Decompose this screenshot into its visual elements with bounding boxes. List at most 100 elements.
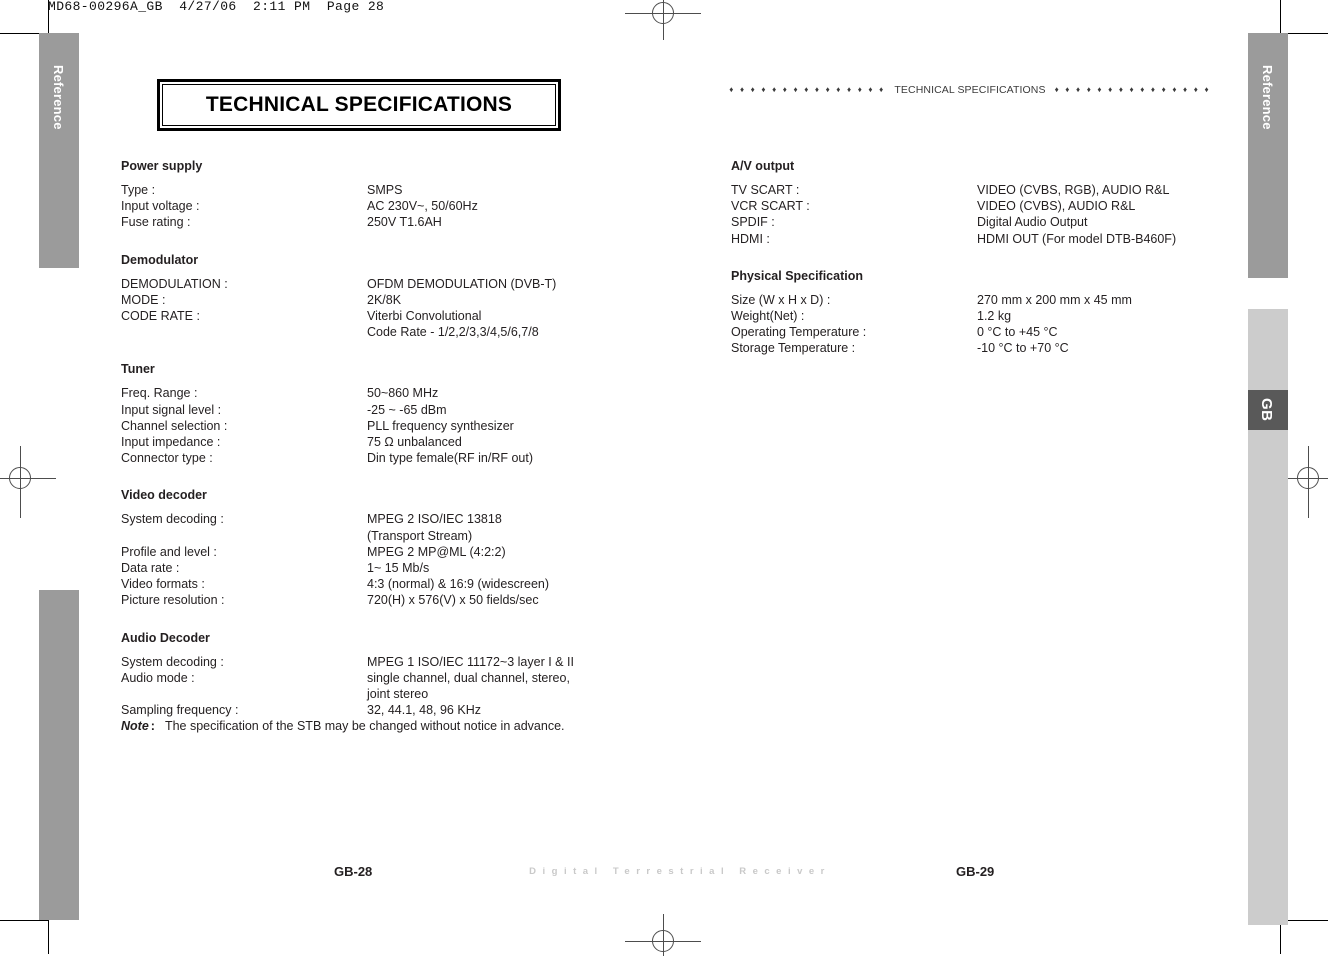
sidebar-right-reference-label: Reference [1260,65,1275,130]
spec-label: VCR SCART : [731,199,810,214]
spec-row: TV SCART : VIDEO (CVBS, RGB), AUDIO R&L [731,182,1201,198]
crop-mark-bottom-right-vertical [1280,920,1281,954]
spec-value: 50~860 MHz [367,385,438,401]
spec-value-line: HDMI OUT (For model DTB-B460F) [977,231,1177,246]
spec-group: Video decoder System decoding : MPEG 2 ISO… [121,487,591,608]
spec-group-title: Video decoder [121,488,207,503]
crop-mark-top-right-vertical [1280,0,1281,34]
spec-value: AC 230V~, 50/60Hz [367,198,478,214]
spec-value-line: PLL frequency synthesizer [367,418,514,433]
spec-value-line: 2K/8K [367,292,402,307]
spec-value-line: VIDEO (CVBS, RGB), AUDIO R&L [977,183,1170,197]
spec-value-line: -10 °C to +70 °C [977,341,1069,356]
spec-label: Size (W x H x D) : [731,292,831,307]
spec-row: System decoding : MPEG 2 ISO/IEC 13818 (Tr… [121,511,591,543]
spec-label: Input signal level : [121,402,222,417]
spec-value-line: 75 Ω unbalanced [367,435,462,450]
note-text: The specification of the STB may be chan… [164,719,565,733]
spec-group-title: Physical Specification [731,268,863,283]
spec-label: DEMODULATION : [121,276,228,291]
sidebar-right-language-tab-gb[interactable]: GB [1248,390,1288,430]
spec-value: 4:3 (normal) & 16:9 (widescreen) [367,576,549,592]
spec-column-left: Power supply Type : SMPS Input voltage : AC … [121,158,591,718]
spec-row: HDMI : HDMI OUT (For model DTB-B460F) [731,231,1201,247]
spec-group-title: Tuner [121,362,155,377]
spec-value: PLL frequency synthesizer [367,418,514,434]
crop-mark-bottom-left-vertical [48,920,49,954]
spec-value-line: Din type female(RF in/RF out) [367,451,534,466]
sidebar-left-reference-label: Reference [51,65,66,130]
spec-value: MPEG 2 MP@ML (4:2:2) [367,544,506,560]
spec-value: VIDEO (CVBS, RGB), AUDIO R&L [977,182,1169,198]
spec-value: MPEG 2 ISO/IEC 13818 (Transport Stream) [367,511,502,543]
spec-value-line: SMPS [367,183,403,197]
spec-label: Data rate : [121,561,180,576]
spec-value: 720(H) x 576(V) x 50 fields/sec [367,592,539,608]
spec-label: Input voltage : [121,199,200,214]
spec-label: Audio mode : [121,670,195,685]
spec-value: Viterbi Convolutional Code Rate - 1/2,2/3… [367,308,539,340]
spec-value-line: Digital Audio Output [977,215,1088,230]
sidebar-left-reference-band-bottom [39,590,79,920]
spec-column-right: A/V output TV SCART : VIDEO (CVBS, RGB), A… [731,158,1201,357]
spec-value-line: 32, 44.1, 48, 96 KHz [367,703,481,718]
spec-row: Storage Temperature : -10 °C to +70 °C [731,340,1201,356]
spec-group: Power supply Type : SMPS Input voltage : AC … [121,158,591,231]
spec-value: 1~ 15 Mb/s [367,560,429,576]
spec-value-continuation: joint stereo [367,687,429,702]
note-label: Note [121,719,149,733]
spec-row: Input impedance : 75 Ω unbalanced [121,434,591,450]
spec-row: Profile and level : MPEG 2 MP@ML (4:2:2) [121,544,591,560]
spec-row: System decoding : MPEG 1 ISO/IEC 11172~3 … [121,654,591,670]
spec-value-line: 250V T1.6AH [367,215,442,230]
spec-value-line: VIDEO (CVBS), AUDIO R&L [977,199,1136,214]
spec-row: DEMODULATION : OFDM DEMODULATION (DVB-T) [121,276,591,292]
spec-label: Picture resolution : [121,593,225,608]
sidebar-right-language-tab-label: GB [1258,398,1275,422]
running-head: ♦ ♦ ♦ ♦ ♦ ♦ ♦ ♦ ♦ ♦ ♦ ♦ ♦ ♦ ♦ TECHNICAL … [729,84,1208,96]
spec-value-continuation: (Transport Stream) [367,528,473,543]
spec-value-continuation: Code Rate - 1/2,2/3,3/4,5/6,7/8 [367,325,539,340]
spec-value: 270 mm x 200 mm x 45 mm [977,292,1132,308]
folio-left: GB-28 [334,864,373,879]
spec-value: VIDEO (CVBS), AUDIO R&L [977,198,1135,214]
footer-brand: Digital Terrestrial Receiver [529,866,831,877]
spec-group-spacer [121,231,591,252]
spec-label: Freq. Range : [121,386,198,401]
spec-row: Input voltage : AC 230V~, 50/60Hz [121,198,591,214]
spec-value-line: OFDM DEMODULATION (DVB-T) [367,276,557,291]
spec-label: Profile and level : [121,544,217,559]
spec-row: Sampling frequency : 32, 44.1, 48, 96 KHz [121,702,591,718]
spec-label: Weight(Net) : [731,309,805,324]
spec-value: HDMI OUT (For model DTB-B460F) [977,231,1176,247]
note-colon: : [150,719,155,733]
spec-row: Freq. Range : 50~860 MHz [121,385,591,401]
spec-group-spacer [731,247,1201,268]
spec-row: Size (W x H x D) : 270 mm x 200 mm x 45 m… [731,292,1201,308]
sidebar-right-reference-band: Reference [1248,33,1288,278]
spec-row: Input signal level : -25 ~ -65 dBm [121,402,591,418]
spec-row: Weight(Net) : 1.2 kg [731,308,1201,324]
spec-group: Demodulator DEMODULATION : OFDM DEMODULATI… [121,252,591,341]
running-head-dots-right: ♦ ♦ ♦ ♦ ♦ ♦ ♦ ♦ ♦ ♦ ♦ ♦ ♦ ♦ ♦ [1054,85,1211,94]
spec-value-line: single channel, dual channel, stereo, [367,670,570,685]
running-head-dots-left: ♦ ♦ ♦ ♦ ♦ ♦ ♦ ♦ ♦ ♦ ♦ ♦ ♦ ♦ ♦ [729,85,886,94]
spec-value: single channel, dual channel, stereo, joi… [367,670,570,702]
spec-label: SPDIF : [731,215,775,230]
spec-value-line: 720(H) x 576(V) x 50 fields/sec [367,593,539,608]
spec-label: Sampling frequency : [121,703,239,718]
spec-value: Digital Audio Output [977,214,1088,230]
spec-value-line: 1~ 15 Mb/s [367,561,430,576]
spec-row: Connector type : Din type female(RF in/RF… [121,450,591,466]
spec-value-line: AC 230V~, 50/60Hz [367,199,478,214]
spec-label: Channel selection : [121,418,228,433]
spec-value-line: 270 mm x 200 mm x 45 mm [977,292,1132,307]
spec-row: Video formats : 4:3 (normal) & 16:9 (wide… [121,576,591,592]
spec-group-title: A/V output [731,159,795,173]
spec-value: SMPS [367,182,402,198]
spec-value-line: 1.2 kg [977,309,1012,324]
crop-mark-bottom-left-horizontal [0,920,49,921]
spec-group-spacer [121,340,591,361]
spec-group-title: Audio Decoder [121,630,210,645]
page-title-box: TECHNICAL SPECIFICATIONS [157,79,561,131]
